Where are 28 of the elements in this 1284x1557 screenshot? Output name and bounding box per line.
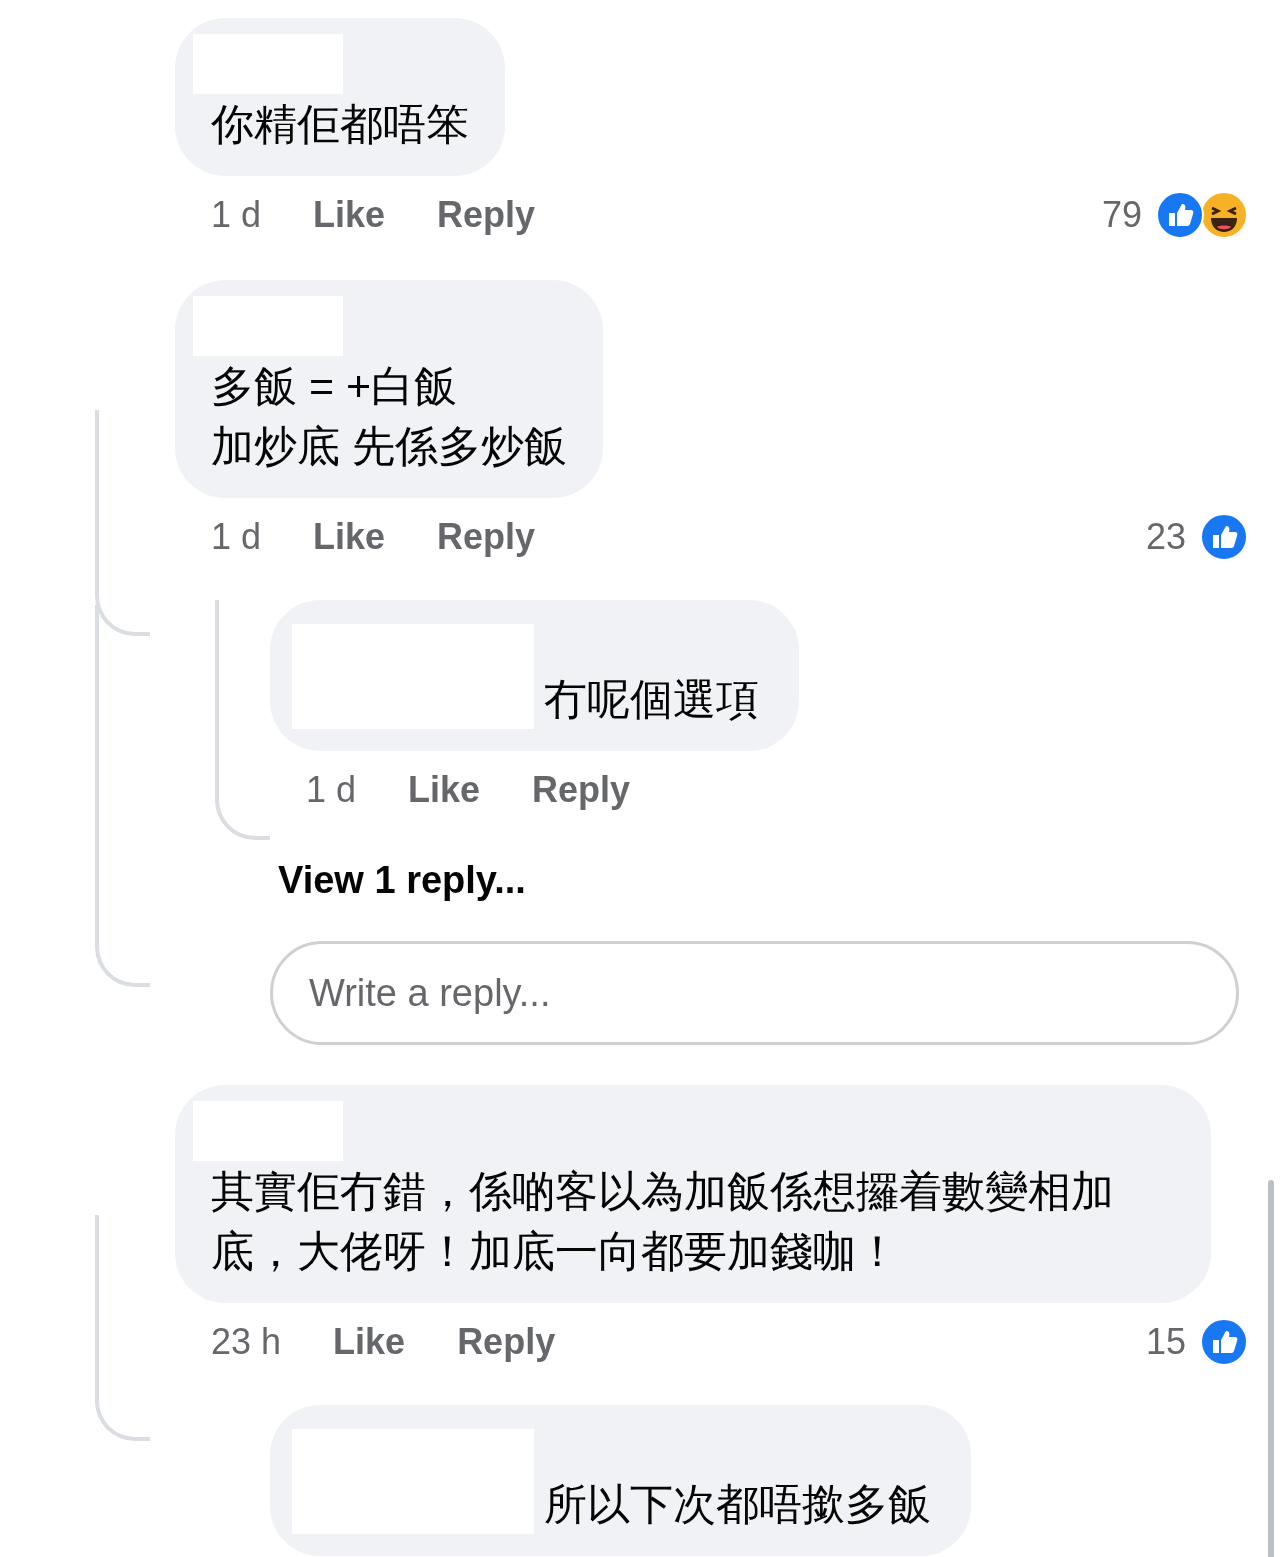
comment-time: 1 d	[306, 769, 357, 811]
reaction-count: 79	[1101, 194, 1142, 236]
thumbs-up-icon	[1156, 191, 1204, 239]
laughing-emoji-icon	[1200, 191, 1248, 239]
reply-text: 冇呢個選項	[543, 674, 759, 725]
comment-text: 其實佢冇錯，係啲客以為加飯係想攞着數變相加底，大佬呀！加底一向都要加錢咖！	[210, 1166, 1115, 1277]
like-link[interactable]: Like	[333, 1321, 406, 1363]
reaction-count: 15	[1145, 1321, 1186, 1363]
like-link[interactable]: Like	[313, 194, 386, 236]
thumbs-up-icon	[1200, 1318, 1248, 1366]
comment-time: 1 d	[211, 194, 262, 236]
reply-link[interactable]: Reply	[532, 769, 631, 811]
like-link[interactable]: Like	[408, 769, 481, 811]
comment-text: 多飯 = +白飯	[210, 361, 459, 412]
scrollbar[interactable]	[1268, 1180, 1274, 1557]
reaction-count: 23	[1145, 516, 1186, 558]
reply-link[interactable]: Reply	[437, 194, 536, 236]
reply-input-field[interactable]: Write a reply...	[270, 941, 1239, 1045]
comment-text: 你精佢都唔笨	[210, 99, 469, 150]
comment-text: 加炒底 先係多炒飯	[210, 421, 567, 472]
comment-time: 1 d	[211, 516, 262, 558]
reply-text: 所以下次都唔撳多飯	[543, 1479, 931, 1530]
comment-time: 23 h	[211, 1321, 282, 1363]
reply-link[interactable]: Reply	[457, 1321, 556, 1363]
like-link[interactable]: Like	[313, 516, 386, 558]
reply-link[interactable]: Reply	[437, 516, 536, 558]
view-replies-link[interactable]: View 1 reply...	[278, 855, 526, 905]
thumbs-up-icon	[1200, 513, 1248, 561]
